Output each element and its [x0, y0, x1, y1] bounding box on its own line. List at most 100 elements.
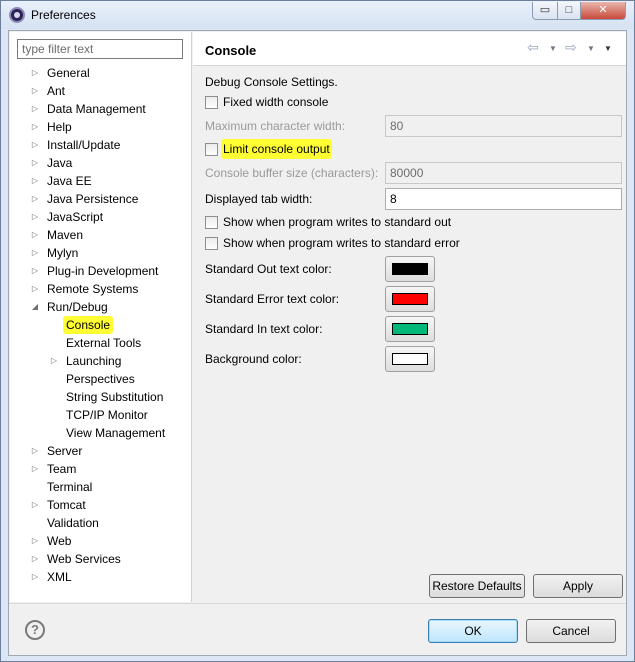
expand-twisty-icon[interactable]: ▷: [30, 226, 40, 244]
limit-output-option[interactable]: Limit console output: [205, 139, 405, 159]
show-stdout-option[interactable]: Show when program writes to standard out: [205, 212, 505, 232]
tree-item-label: Console: [63, 316, 114, 334]
expand-twisty-icon[interactable]: ▷: [30, 154, 40, 172]
stdin-color-label: Standard In text color:: [205, 322, 323, 336]
stdin-color-button[interactable]: [385, 316, 435, 342]
show-stderr-checkbox[interactable]: [205, 237, 218, 250]
eclipse-app-icon: [9, 7, 25, 23]
expand-twisty-icon[interactable]: ▷: [30, 262, 40, 280]
tree-item-label: External Tools: [66, 336, 142, 350]
close-button[interactable]: ✕: [580, 2, 626, 20]
preferences-window: Preferences ▭ □ ✕ ▷ General ▷ Ant ▷ Data Mana…: [0, 0, 635, 662]
background-color-label: Background color:: [205, 352, 302, 366]
tree-item-label: Maven: [47, 228, 84, 242]
tree-item-label: TCP/IP Monitor: [66, 408, 148, 422]
forward-dropdown-icon[interactable]: ▼: [587, 44, 595, 53]
page-header: Console ⇦ ▼ ⇨ ▼ ▼: [193, 32, 626, 66]
tree-item-label: Java: [47, 156, 73, 170]
fixed-width-label: Fixed width console: [223, 95, 329, 109]
expand-twisty-icon[interactable]: ▷: [30, 64, 40, 82]
tree-item-label: Web: [47, 534, 72, 548]
expand-twisty-icon[interactable]: ▷: [30, 82, 40, 100]
expand-twisty-icon[interactable]: ▷: [30, 244, 40, 262]
tree-item-label: Validation: [47, 516, 99, 530]
tree-item-label: Data Management: [47, 102, 146, 116]
show-stderr-label: Show when program writes to standard err…: [223, 236, 460, 250]
maximize-button[interactable]: □: [557, 2, 581, 20]
expand-twisty-icon[interactable]: ▷: [30, 172, 40, 190]
stdin-color-swatch: [392, 323, 428, 335]
buffer-size-field[interactable]: 80000: [385, 162, 622, 184]
tree-item-label: Run/Debug: [47, 300, 108, 314]
tree-item-label: General: [47, 66, 90, 80]
tree-item-label: Remote Systems: [47, 282, 139, 296]
dialog-footer: ? OK Cancel: [9, 603, 626, 655]
window-title: Preferences: [31, 8, 96, 22]
help-icon[interactable]: ?: [25, 620, 45, 640]
tree-item-label: Ant: [47, 84, 66, 98]
tree-item-label: Java EE: [47, 174, 92, 188]
tree-item-label: Plug-in Development: [47, 264, 159, 278]
limit-output-checkbox[interactable]: [205, 143, 218, 156]
tab-width-label: Displayed tab width:: [205, 192, 313, 206]
stderr-color-swatch: [392, 293, 428, 305]
collapse-twisty-icon[interactable]: ◢: [30, 298, 40, 316]
tree-item-label: View Management: [66, 426, 166, 440]
preference-page: Console ⇦ ▼ ⇨ ▼ ▼ Debug Console Settings…: [193, 32, 626, 602]
view-menu-icon[interactable]: ▼: [604, 44, 612, 53]
expand-twisty-icon[interactable]: ▷: [30, 118, 40, 136]
tree-item-label: Terminal: [47, 480, 93, 494]
stderr-color-button[interactable]: [385, 286, 435, 312]
expand-twisty-icon[interactable]: ▷: [30, 532, 40, 550]
page-title: Console: [205, 43, 257, 58]
tree-item-label: Launching: [66, 354, 122, 368]
expand-twisty-icon[interactable]: ▷: [49, 352, 59, 370]
tree-item-label: JavaScript: [47, 210, 104, 224]
forward-arrow-icon[interactable]: ⇨: [565, 39, 577, 56]
fixed-width-option[interactable]: Fixed width console: [205, 92, 405, 112]
preference-tree-pane: ▷ General ▷ Ant ▷ Data Management ▷ Help ▷ Instal…: [10, 32, 192, 602]
tree-item-label: XML: [47, 570, 72, 584]
tree-item-label: Perspectives: [66, 372, 135, 386]
tab-width-field[interactable]: 8: [385, 188, 622, 210]
expand-twisty-icon[interactable]: ▷: [30, 280, 40, 298]
tree-item-label: String Substitution: [66, 390, 164, 404]
expand-twisty-icon[interactable]: ▷: [30, 550, 40, 568]
tree-item-label: Install/Update: [47, 138, 121, 152]
background-color-button[interactable]: [385, 346, 435, 372]
apply-button[interactable]: Apply: [533, 574, 623, 598]
expand-twisty-icon[interactable]: ▷: [30, 190, 40, 208]
max-char-width-field[interactable]: 80: [385, 115, 622, 137]
tree-item-label: Java Persistence: [47, 192, 139, 206]
tree-item-label: Team: [47, 462, 77, 476]
expand-twisty-icon[interactable]: ▷: [30, 136, 40, 154]
intro-text: Debug Console Settings.: [205, 75, 338, 89]
expand-twisty-icon[interactable]: ▷: [30, 460, 40, 478]
expand-twisty-icon[interactable]: ▷: [30, 100, 40, 118]
expand-twisty-icon[interactable]: ▷: [30, 568, 40, 586]
back-arrow-icon[interactable]: ⇦: [527, 39, 539, 56]
tree-item-label: Help: [47, 120, 72, 134]
minimize-button[interactable]: ▭: [532, 2, 558, 20]
buffer-size-label: Console buffer size (characters):: [205, 166, 379, 180]
back-dropdown-icon[interactable]: ▼: [549, 44, 557, 53]
tree-item-label: Web Services: [47, 552, 121, 566]
stderr-color-label: Standard Error text color:: [205, 292, 340, 306]
dialog-client-area: ▷ General ▷ Ant ▷ Data Management ▷ Help ▷ Instal…: [8, 30, 627, 656]
restore-defaults-button[interactable]: Restore Defaults: [429, 574, 525, 598]
cancel-button[interactable]: Cancel: [526, 619, 616, 643]
show-stdout-checkbox[interactable]: [205, 216, 218, 229]
ok-button[interactable]: OK: [428, 619, 518, 643]
background-color-swatch: [392, 353, 428, 365]
title-bar[interactable]: Preferences ▭ □ ✕: [1, 1, 634, 29]
filter-input[interactable]: [17, 39, 183, 59]
stdout-color-button[interactable]: [385, 256, 435, 282]
show-stdout-label: Show when program writes to standard out: [223, 215, 452, 229]
expand-twisty-icon[interactable]: ▷: [30, 208, 40, 226]
limit-output-label: Limit console output: [221, 139, 332, 159]
expand-twisty-icon[interactable]: ▷: [30, 496, 40, 514]
tree-item-label: Server: [47, 444, 83, 458]
show-stderr-option[interactable]: Show when program writes to standard err…: [205, 233, 505, 253]
fixed-width-checkbox[interactable]: [205, 96, 218, 109]
expand-twisty-icon[interactable]: ▷: [30, 442, 40, 460]
